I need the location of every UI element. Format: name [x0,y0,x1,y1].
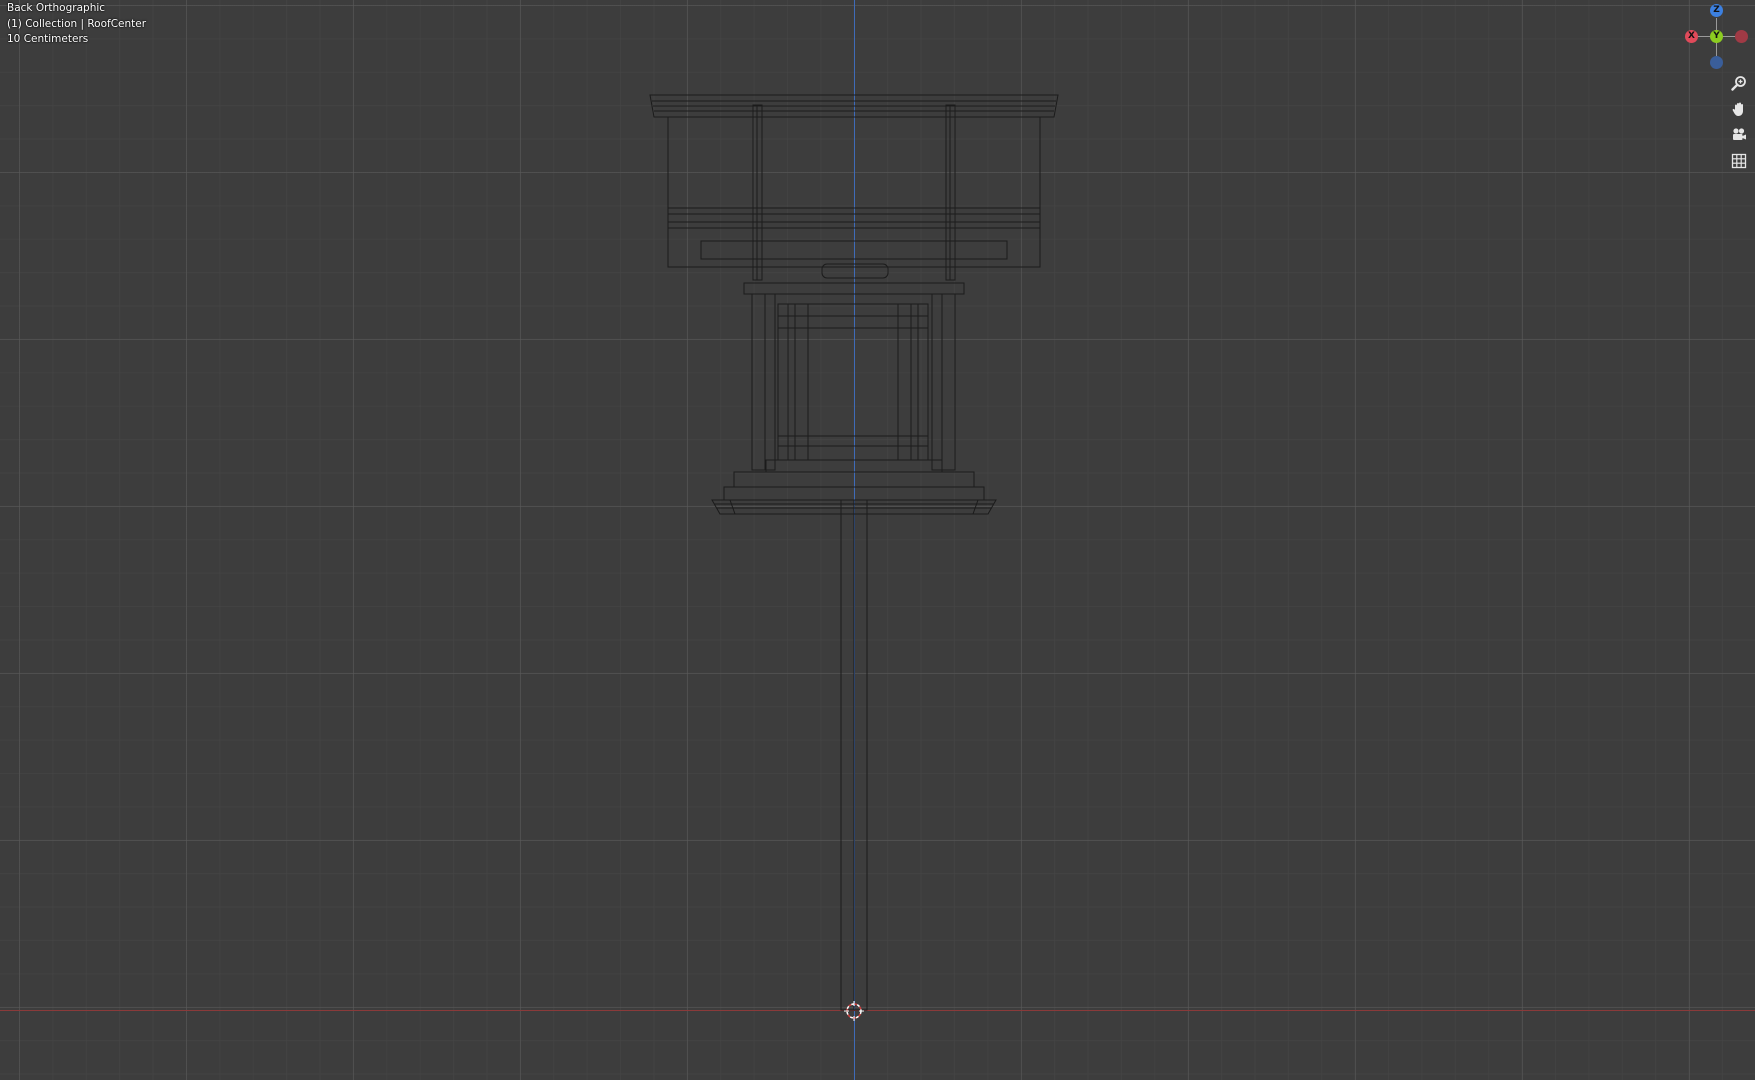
navigation-gizmo[interactable]: Z X Y [1682,4,1752,70]
gizmo-x-axis[interactable]: X [1685,30,1698,43]
gizmo-z-axis[interactable]: Z [1710,4,1723,17]
3d-cursor [844,1001,864,1021]
collection-label: (1) Collection | RoofCenter [7,17,147,30]
grid-icon [1731,153,1747,169]
zoom-button[interactable] [1727,71,1751,95]
gizmo-y-axis[interactable]: Y [1710,30,1723,43]
grid-scale-label: 10 Centimeters [7,33,89,45]
lantern-base-step-1 [765,459,943,473]
lantern-cap [743,282,965,295]
gizmo-neg-x-axis[interactable] [1735,30,1748,43]
lantern-base-step-2 [733,471,975,488]
lantern-base-step-3 [723,486,985,501]
lantern-frame [777,303,929,461]
lantern-leg-left [751,293,766,471]
toggle-projection-button[interactable] [1727,149,1751,173]
pan-button[interactable] [1727,97,1751,121]
gizmo-neg-z-axis[interactable] [1710,56,1723,69]
hand-pan-icon [1732,102,1743,116]
zoom-icon [1731,76,1746,91]
roof-center-boss [821,263,889,279]
wireframe-model[interactable] [0,0,1755,1080]
roof-body [667,116,1041,268]
lantern-leg-right [941,293,956,471]
3d-viewport[interactable]: Back Orthographic (1) Collection | RoofC… [0,0,1755,1080]
camera-view-button[interactable] [1727,123,1751,147]
camera-icon [1733,128,1746,140]
viewport-nav-tools [1727,71,1751,175]
view-name: Back Orthographic [7,2,106,14]
viewport-info-overlay: Back Orthographic (1) Collection | RoofC… [7,1,146,48]
